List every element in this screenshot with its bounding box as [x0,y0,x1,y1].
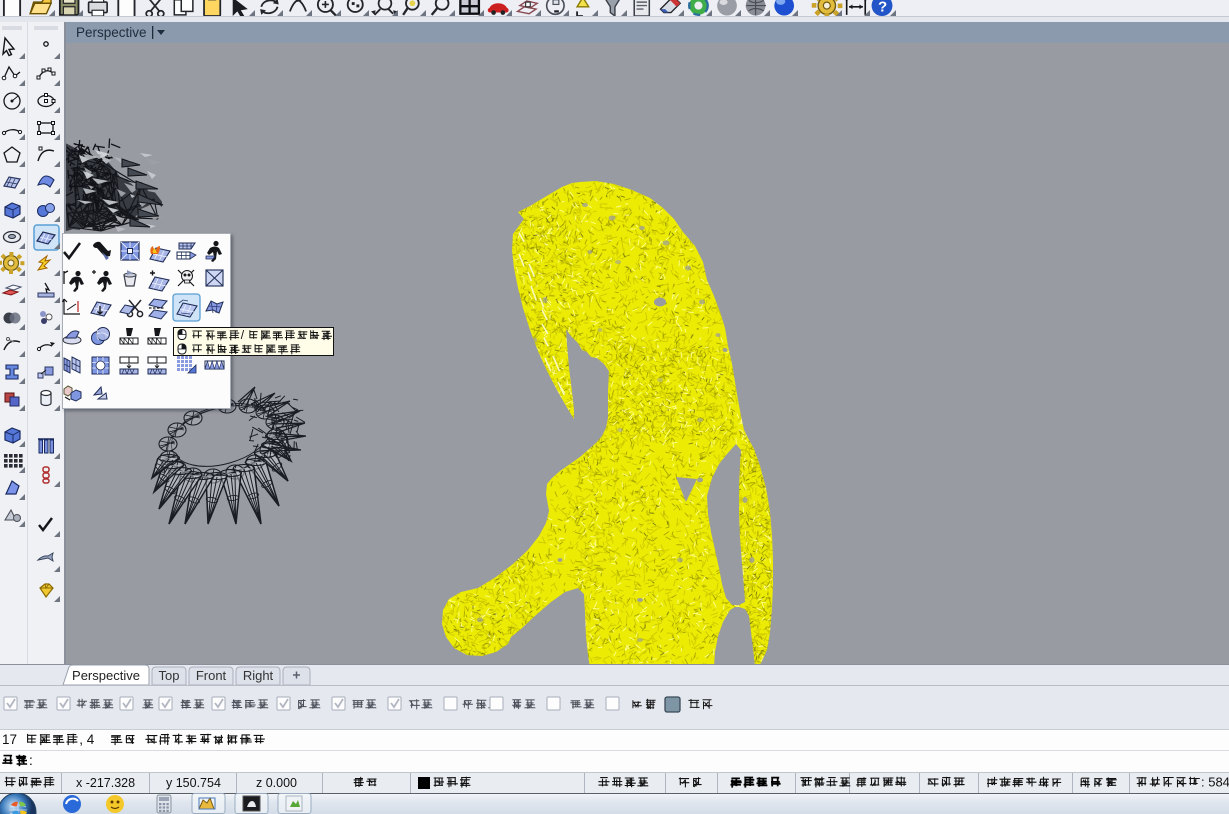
svg-text:Front: Front [196,668,227,683]
svg-text:Top: Top [159,668,180,683]
svg-text:Perspective: Perspective [72,668,140,683]
svg-text::: : [29,753,33,768]
svg-text:z 0.000: z 0.000 [256,776,297,790]
svg-text:, 4: , 4 [79,732,95,747]
svg-text:/: / [241,328,245,342]
svg-text:Right: Right [243,668,274,683]
svg-text:x -217.328: x -217.328 [76,776,135,790]
svg-text:: 584: : 584 [1201,774,1229,789]
svg-text:17: 17 [2,732,17,747]
svg-text:?: ? [878,0,887,15]
svg-text:y 150.754: y 150.754 [166,776,221,790]
